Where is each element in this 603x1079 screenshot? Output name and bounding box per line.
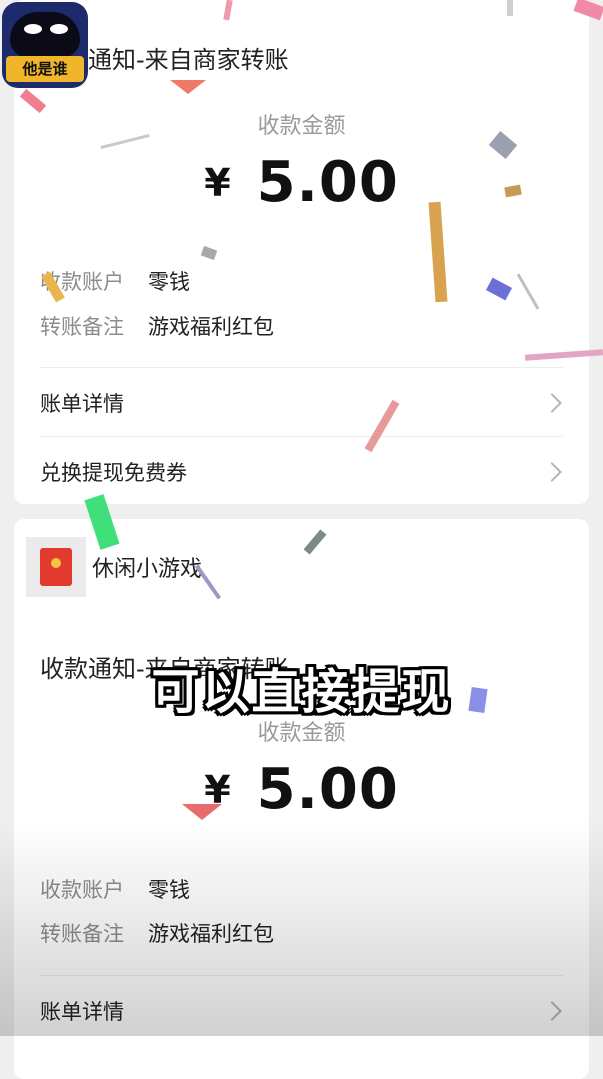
note-row: 转账备注 游戏福利红包 <box>40 311 274 341</box>
logo-eye <box>50 24 68 34</box>
merchant-header[interactable]: 休闲小游戏 <box>26 537 202 597</box>
mask-graphic <box>10 12 80 58</box>
logo-eye <box>24 24 42 34</box>
account-value: 零钱 <box>148 270 190 294</box>
account-key: 收款账户 <box>40 270 124 294</box>
currency-symbol: ¥ <box>204 767 231 812</box>
redeem-coupon-row[interactable]: 兑换提现免费券 <box>40 442 567 502</box>
note-row: 转账备注 游戏福利红包 <box>40 918 274 948</box>
payment-notice-card-2: 休闲小游戏 收款通知-来自商家转账 收款金额 ¥5.00 收款账户 零钱 转账备注… <box>14 519 589 1079</box>
divider <box>40 436 563 437</box>
app-logo: 他是谁 <box>2 2 88 88</box>
amount-value: ¥5.00 <box>14 150 589 215</box>
account-value: 零钱 <box>148 878 190 902</box>
account-row: 收款账户 零钱 <box>40 266 190 296</box>
chevron-right-icon <box>542 393 562 413</box>
chevron-right-icon <box>542 462 562 482</box>
bill-details-label: 账单详情 <box>40 1000 124 1024</box>
payment-notice-card-1: 收款通知-来自商家转账 收款金额 ¥5.00 收款账户 零钱 转账备注 游戏福利红包… <box>14 0 589 504</box>
note-value: 游戏福利红包 <box>148 922 274 946</box>
chevron-right-icon <box>542 1001 562 1021</box>
divider <box>40 367 563 368</box>
note-key: 转账备注 <box>40 315 124 339</box>
red-packet-icon-box <box>26 537 86 597</box>
amount-value: ¥5.00 <box>14 757 589 822</box>
logo-banner-text: 他是谁 <box>6 56 84 82</box>
amount-number: 5.00 <box>256 757 399 822</box>
bill-details-row[interactable]: 账单详情 <box>40 981 567 1041</box>
account-key: 收款账户 <box>40 878 124 902</box>
redeem-coupon-label: 兑换提现免费券 <box>40 461 187 485</box>
video-caption: 可以直接提现 <box>151 664 452 720</box>
account-row: 收款账户 零钱 <box>40 874 190 904</box>
amount-number: 5.00 <box>256 150 399 215</box>
bill-details-label: 账单详情 <box>40 392 124 416</box>
red-packet-icon <box>40 548 72 586</box>
divider <box>40 975 563 976</box>
note-key: 转账备注 <box>40 922 124 946</box>
merchant-name: 休闲小游戏 <box>92 557 203 582</box>
currency-symbol: ¥ <box>204 160 231 205</box>
amount-label: 收款金额 <box>257 114 346 139</box>
note-value: 游戏福利红包 <box>148 315 274 339</box>
bill-details-row[interactable]: 账单详情 <box>40 373 567 433</box>
